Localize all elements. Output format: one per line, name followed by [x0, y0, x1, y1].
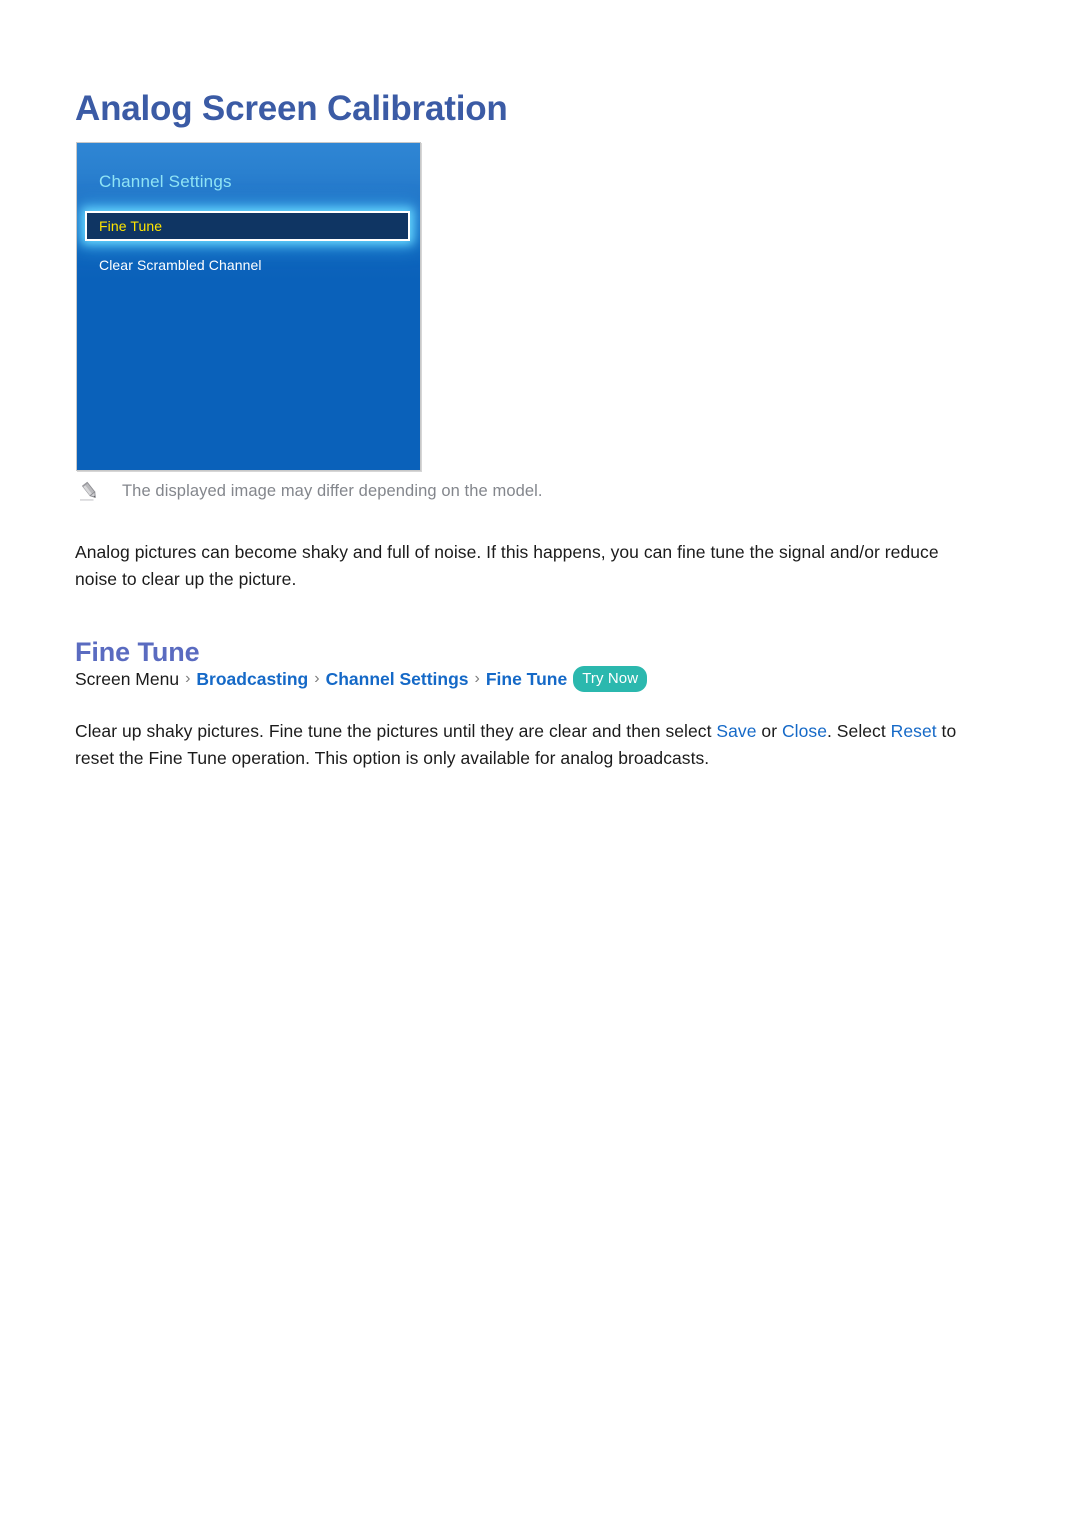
breadcrumb: Screen Menu › Broadcasting › Channel Set… — [75, 666, 648, 692]
breadcrumb-separator: › — [314, 670, 320, 687]
tv-menu-item-label: Clear Scrambled Channel — [99, 257, 262, 273]
tv-menu-screenshot: Channel Settings Fine Tune Clear Scrambl… — [76, 142, 421, 471]
page-title: Analog Screen Calibration — [75, 89, 508, 129]
breadcrumb-item-fine-tune[interactable]: Fine Tune — [486, 666, 567, 692]
keyword-reset: Reset — [890, 720, 937, 741]
breadcrumb-separator: › — [474, 670, 480, 687]
breadcrumb-separator: › — [185, 670, 191, 687]
tv-menu-item-fine-tune[interactable]: Fine Tune — [85, 211, 410, 241]
intro-paragraph: Analog pictures can become shaky and ful… — [75, 541, 939, 589]
detail-text-part2: or — [756, 720, 782, 741]
keyword-save: Save — [716, 720, 757, 741]
detail-text-part1: Clear up shaky pictures. Fine tune the p… — [75, 720, 717, 741]
tv-menu-panel: Channel Settings Fine Tune Clear Scrambl… — [77, 143, 420, 470]
breadcrumb-item-channel-settings[interactable]: Channel Settings — [326, 666, 469, 692]
detail-paragraph: Clear up shaky pictures. Fine tune the p… — [75, 718, 967, 772]
pencil-icon — [78, 481, 102, 503]
note-line: The displayed image may differ depending… — [78, 480, 958, 503]
section-heading-fine-tune: Fine Tune — [75, 637, 200, 668]
breadcrumb-item-broadcasting[interactable]: Broadcasting — [196, 666, 308, 692]
tv-menu-item-clear-scrambled-channel[interactable]: Clear Scrambled Channel — [77, 249, 420, 281]
tv-menu-item-label: Fine Tune — [99, 218, 163, 234]
breadcrumb-root: Screen Menu — [75, 669, 180, 689]
document-page: Analog Screen Calibration Channel Settin… — [0, 0, 1080, 1527]
keyword-close: Close — [781, 720, 827, 741]
try-now-badge[interactable]: Try Now — [573, 666, 648, 692]
detail-text-part3: . Select — [826, 720, 891, 741]
note-text: The displayed image may differ depending… — [122, 482, 543, 500]
tv-menu-title: Channel Settings — [99, 172, 232, 191]
